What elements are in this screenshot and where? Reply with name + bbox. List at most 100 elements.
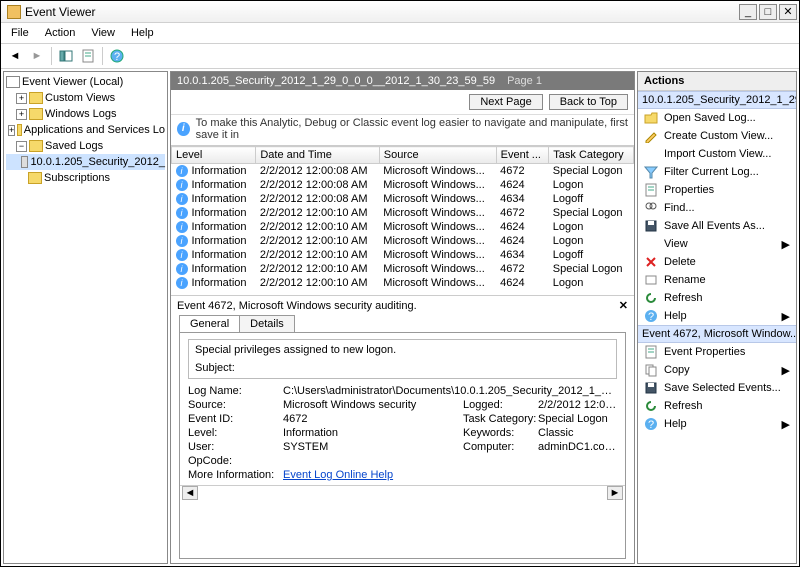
action-label: Import Custom View... — [664, 148, 771, 160]
tree-saved-logs[interactable]: −Saved Logs — [6, 138, 165, 154]
scroll-left-icon[interactable]: ◄ — [182, 486, 198, 500]
table-row[interactable]: iInformation2/2/2012 12:00:08 AMMicrosof… — [172, 164, 634, 179]
col-level[interactable]: Level — [172, 147, 256, 164]
table-row[interactable]: iInformation2/2/2012 12:00:10 AMMicrosof… — [172, 262, 634, 276]
action-label: Copy — [664, 364, 690, 376]
action-item[interactable]: Delete — [638, 253, 796, 271]
cell-task: Logon — [549, 178, 634, 192]
action-label: Help — [664, 310, 687, 322]
expand-icon[interactable]: + — [16, 93, 27, 104]
cell-eventid: 4634 — [496, 192, 549, 206]
action-item[interactable]: Import Custom View... — [638, 145, 796, 163]
submenu-arrow-icon: ▶ — [782, 418, 790, 431]
col-taskcat[interactable]: Task Category — [549, 147, 634, 164]
properties-icon[interactable] — [78, 46, 98, 66]
kv-label: Logged: — [463, 399, 538, 411]
event-grid[interactable]: Level Date and Time Source Event ... Tas… — [171, 146, 634, 296]
cell-datetime: 2/2/2012 12:00:10 AM — [256, 220, 379, 234]
action-item[interactable]: Refresh — [638, 289, 796, 307]
info-icon: i — [177, 122, 190, 136]
action-item[interactable]: Save Selected Events... — [638, 379, 796, 397]
detail-kv: Log Name: C:\Users\administrator\Documen… — [188, 385, 617, 481]
action-icon — [644, 219, 658, 233]
table-row[interactable]: iInformation2/2/2012 12:00:08 AMMicrosof… — [172, 178, 634, 192]
action-item[interactable]: ?Help▶ — [638, 307, 796, 325]
kv-value: C:\Users\administrator\Documents\10.0.1.… — [283, 385, 617, 397]
menu-help[interactable]: Help — [125, 25, 160, 41]
menu-action[interactable]: Action — [39, 25, 82, 41]
expand-icon[interactable]: + — [8, 125, 15, 136]
action-item[interactable]: Save All Events As... — [638, 217, 796, 235]
col-eventid[interactable]: Event ... — [496, 147, 549, 164]
action-label: Event Properties — [664, 346, 745, 358]
table-row[interactable]: iInformation2/2/2012 12:00:10 AMMicrosof… — [172, 206, 634, 220]
actions-group-event[interactable]: Event 4672, Microsoft Window... ▲ — [638, 325, 796, 343]
action-item[interactable]: View▶ — [638, 235, 796, 253]
tab-general[interactable]: General — [179, 315, 240, 332]
cell-eventid: 4672 — [496, 164, 549, 179]
next-page-button[interactable]: Next Page — [469, 94, 542, 110]
scroll-right-icon[interactable]: ► — [607, 486, 623, 500]
tree-label: Applications and Services Lo — [24, 124, 165, 136]
col-datetime[interactable]: Date and Time — [256, 147, 379, 164]
info-text: To make this Analytic, Debug or Classic … — [196, 117, 628, 141]
kv-value — [283, 455, 463, 467]
kv-label: Event ID: — [188, 413, 283, 425]
tree-app-services[interactable]: + Applications and Services Lo — [6, 122, 165, 138]
tree-windows-logs[interactable]: +Windows Logs — [6, 106, 165, 122]
action-item[interactable]: Filter Current Log... — [638, 163, 796, 181]
action-item[interactable]: Create Custom View... — [638, 127, 796, 145]
submenu-arrow-icon: ▶ — [782, 310, 790, 323]
tree[interactable]: Event Viewer (Local) +Custom Views +Wind… — [4, 72, 167, 188]
detail-header: Event 4672, Microsoft Windows security a… — [171, 296, 634, 315]
action-item[interactable]: Find... — [638, 199, 796, 217]
action-item[interactable]: Copy▶ — [638, 361, 796, 379]
action-item[interactable]: Open Saved Log... — [638, 109, 796, 127]
cell-datetime: 2/2/2012 12:00:10 AM — [256, 248, 379, 262]
actions-group-log[interactable]: 10.0.1.205_Security_2012_1_29_... ▲ — [638, 91, 796, 109]
back-to-top-button[interactable]: Back to Top — [549, 94, 628, 110]
help-icon[interactable]: ? — [107, 46, 127, 66]
action-icon — [644, 129, 658, 143]
col-source[interactable]: Source — [379, 147, 496, 164]
expand-icon[interactable]: + — [16, 109, 27, 120]
menu-view[interactable]: View — [85, 25, 121, 41]
tree-saved-item[interactable]: 10.0.1.205_Security_2012_ — [6, 154, 165, 170]
show-hide-tree-icon[interactable] — [56, 46, 76, 66]
tree-subscriptions[interactable]: Subscriptions — [6, 170, 165, 186]
tree-custom-views[interactable]: +Custom Views — [6, 90, 165, 106]
action-icon — [644, 183, 658, 197]
action-label: Create Custom View... — [664, 130, 773, 142]
tab-details[interactable]: Details — [239, 315, 295, 332]
action-item[interactable]: Event Properties — [638, 343, 796, 361]
cell-task: Logon — [549, 276, 634, 290]
close-button[interactable]: ✕ — [779, 4, 797, 20]
table-row[interactable]: iInformation2/2/2012 12:00:10 AMMicrosof… — [172, 234, 634, 248]
minimize-button[interactable]: _ — [739, 4, 757, 20]
table-row[interactable]: iInformation2/2/2012 12:00:10 AMMicrosof… — [172, 248, 634, 262]
info-icon: i — [176, 235, 188, 247]
maximize-button[interactable]: □ — [759, 4, 777, 20]
event-log-online-help-link[interactable]: Event Log Online Help — [283, 469, 393, 481]
table-row[interactable]: iInformation2/2/2012 12:00:10 AMMicrosof… — [172, 276, 634, 290]
kv-value: adminDC1.company.local — [538, 441, 617, 453]
main-area: Event Viewer (Local) +Custom Views +Wind… — [1, 69, 799, 566]
action-item[interactable]: Refresh — [638, 397, 796, 415]
collapse-icon[interactable]: − — [16, 141, 27, 152]
table-row[interactable]: iInformation2/2/2012 12:00:08 AMMicrosof… — [172, 192, 634, 206]
cell-level: iInformation — [172, 220, 256, 234]
center-pane: 10.0.1.205_Security_2012_1_29_0_0_0__201… — [170, 71, 635, 564]
action-label: View — [664, 238, 688, 250]
action-item[interactable]: Rename — [638, 271, 796, 289]
action-item[interactable]: Properties — [638, 181, 796, 199]
table-row[interactable]: iInformation2/2/2012 12:00:10 AMMicrosof… — [172, 220, 634, 234]
menu-file[interactable]: File — [5, 25, 35, 41]
tree-root[interactable]: Event Viewer (Local) — [6, 74, 165, 90]
back-icon[interactable]: ◄ — [5, 46, 25, 66]
forward-icon[interactable]: ► — [27, 46, 47, 66]
action-label: Delete — [664, 256, 696, 268]
detail-hscroll[interactable]: ◄ ► — [180, 485, 625, 501]
detail-close-icon[interactable]: ✕ — [619, 299, 628, 312]
action-item[interactable]: ?Help▶ — [638, 415, 796, 433]
action-label: Save Selected Events... — [664, 382, 781, 394]
